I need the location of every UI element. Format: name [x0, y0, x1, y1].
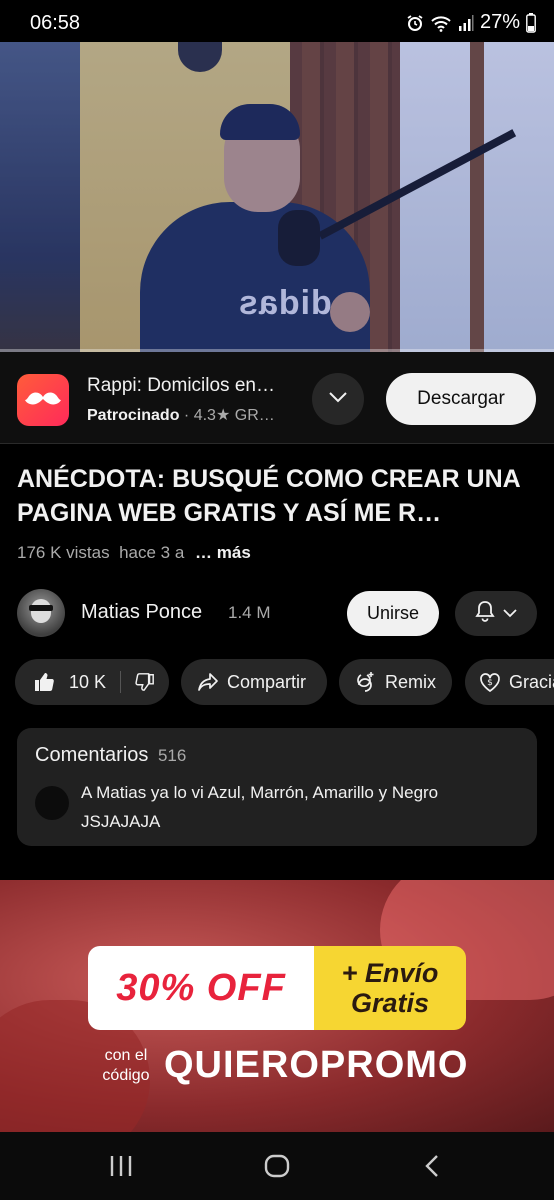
ad-rating: 4.3★: [193, 407, 231, 424]
recent-apps-icon[interactable]: [108, 1154, 134, 1183]
like-count[interactable]: 10 K: [69, 672, 106, 693]
like-divider: [120, 671, 122, 693]
share-icon: [197, 672, 219, 692]
comments-label: Comentarios: [35, 744, 149, 766]
shipping-line-2: Gratis: [350, 988, 430, 1018]
svg-text:$: $: [487, 678, 493, 688]
comment-avatar: [35, 786, 69, 820]
avatar-face: [31, 599, 51, 623]
battery-percent: 27%: [479, 11, 520, 33]
thanks-label: Gracias: [509, 671, 554, 692]
avatar-sunglasses: [29, 605, 53, 611]
like-button[interactable]: [33, 671, 55, 693]
top-comment-text: A Matias ya lo vi Azul, Marrón, Amarillo…: [81, 783, 439, 831]
rappi-mustache-icon[interactable]: [17, 374, 69, 426]
bell-icon: [475, 600, 495, 627]
sponsored-app-row[interactable]: Rappi: Domicilos en… Patrocinado · 4.3★ …: [0, 352, 554, 444]
view-count: 176 K vistas: [17, 543, 110, 562]
remix-label: Remix: [385, 671, 437, 692]
home-icon[interactable]: [264, 1154, 290, 1183]
ad-app-title[interactable]: Rappi: Domicilos en…: [87, 375, 275, 397]
status-bar: 06:58 27%: [0, 0, 554, 42]
system-nav-bar: [0, 1132, 554, 1200]
back-icon[interactable]: [422, 1154, 442, 1183]
video-title[interactable]: ANÉCDOTA: BUSQUÉ COMO CREAR UNA PAGINA W…: [17, 462, 542, 530]
upload-age: hace 3 a: [119, 543, 185, 562]
video-player[interactable]: adidas: [0, 42, 554, 352]
share-button[interactable]: Compartir: [181, 659, 327, 705]
channel-avatar[interactable]: [17, 589, 65, 637]
thanks-button[interactable]: $ Gracias: [465, 659, 554, 705]
video-meta[interactable]: 176 K vistas hace 3 a … más: [17, 543, 251, 563]
promo-banner[interactable]: 30% OFF + Envío Gratis con el código QUI…: [0, 880, 554, 1132]
subscriber-count: 1.4 M: [228, 603, 271, 622]
ad-expand-button[interactable]: [312, 373, 364, 425]
free-shipping-box: + Envío Gratis: [314, 946, 466, 1030]
ad-download-button[interactable]: Descargar: [386, 373, 536, 425]
discount-box: 30% OFF: [88, 946, 314, 1030]
alarm-icon: [406, 14, 424, 32]
comments-card[interactable]: Comentarios 516 A Matias ya lo vi Azul, …: [17, 728, 537, 846]
ad-category: GR…: [234, 407, 275, 424]
more-link[interactable]: … más: [195, 543, 251, 562]
remix-icon: [355, 671, 377, 693]
chevron-down-icon: [503, 605, 517, 623]
join-button[interactable]: Unirse: [347, 591, 439, 636]
dislike-button[interactable]: [135, 672, 155, 692]
wifi-icon: [430, 14, 452, 32]
comments-header: Comentarios 516: [35, 744, 186, 767]
video-tint: [0, 42, 554, 352]
heart-dollar-icon: $: [479, 671, 501, 693]
notifications-button[interactable]: [455, 591, 537, 636]
battery-icon: [526, 12, 536, 33]
action-bar: 10 K Compartir Remix $ Gracias: [15, 659, 554, 705]
promo-code: QUIEROPROMO: [164, 1044, 469, 1086]
like-dislike-pill: 10 K: [15, 659, 169, 705]
shipping-line-1: + Envío: [341, 958, 439, 988]
status-icons: 27%: [406, 11, 536, 34]
share-label: Compartir: [227, 671, 307, 692]
discount-text: 30% OFF: [116, 966, 286, 1009]
remix-button[interactable]: Remix: [339, 659, 452, 705]
promo-code-prefix: con el código: [102, 1047, 150, 1084]
ad-meta: Patrocinado · 4.3★ GR…: [87, 405, 275, 425]
comments-count: 516: [157, 746, 187, 765]
ad-meta-separator: ·: [183, 407, 190, 424]
channel-name[interactable]: Matias Ponce: [81, 601, 202, 624]
signal-icon: [458, 14, 474, 32]
sponsored-label: Patrocinado: [87, 407, 180, 424]
status-time: 06:58: [30, 12, 81, 34]
chevron-down-icon: [328, 390, 348, 408]
